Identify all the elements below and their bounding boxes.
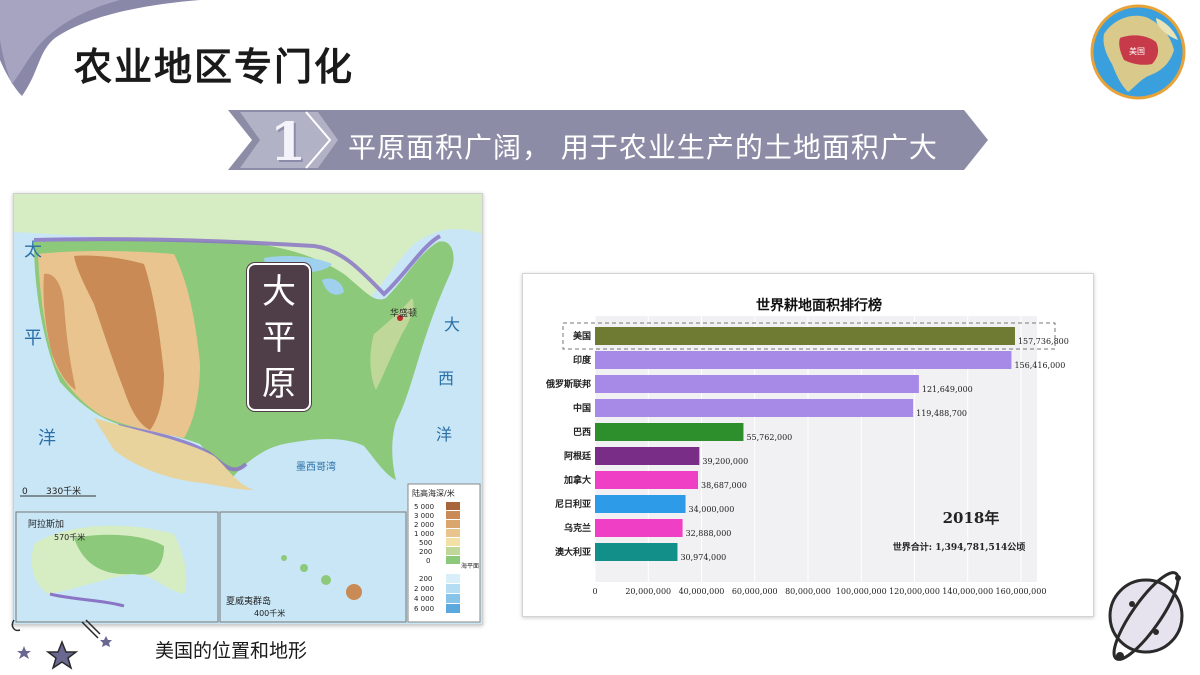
sea-label: 墨西哥湾 bbox=[296, 460, 336, 473]
map-caption: 美国的位置和地形 bbox=[155, 640, 308, 662]
globe-label: 美国 bbox=[1129, 46, 1145, 56]
category-label: 印度 bbox=[573, 354, 592, 366]
category-label: 俄罗斯联邦 bbox=[545, 378, 591, 390]
inset-title-hawaii: 夏威夷群岛 bbox=[226, 595, 271, 607]
value-label: 156,416,000 bbox=[1014, 361, 1065, 370]
legend-label: 6 000 bbox=[414, 605, 434, 613]
legend-label: 200 bbox=[419, 548, 432, 556]
bar bbox=[595, 471, 699, 489]
ocean-label: 洋 bbox=[436, 425, 452, 444]
bar bbox=[595, 447, 700, 465]
bar bbox=[595, 351, 1012, 369]
legend-label: 0 bbox=[426, 557, 430, 565]
scale-bar-label: 330千米 bbox=[46, 485, 81, 497]
legend-label: 3 000 bbox=[414, 512, 434, 520]
ocean-label: 西 bbox=[438, 369, 454, 388]
bar bbox=[595, 327, 1015, 345]
inset-scale-hawaii: 400千米 bbox=[254, 608, 285, 618]
city-label: 华盛顿 bbox=[390, 307, 417, 319]
x-tick-label: 60,000,000 bbox=[732, 587, 778, 596]
ocean-label: 平 bbox=[24, 328, 42, 349]
category-label: 美国 bbox=[573, 330, 591, 342]
inset-title-alaska: 阿拉斯加 bbox=[28, 518, 64, 530]
legend-label: 4 000 bbox=[414, 595, 434, 603]
x-tick-label: 40,000,000 bbox=[679, 587, 725, 596]
category-label: 中国 bbox=[573, 402, 591, 414]
legend-title: 陆高海深/米 bbox=[412, 488, 455, 498]
ocean-label: 洋 bbox=[38, 428, 56, 449]
chart-title: 世界耕地面积排行榜 bbox=[756, 297, 882, 314]
bar bbox=[595, 543, 678, 561]
value-label: 157,736,800 bbox=[1018, 337, 1069, 346]
inset-scale-alaska: 570千米 bbox=[54, 532, 85, 542]
category-label: 乌克兰 bbox=[564, 522, 591, 534]
bar bbox=[595, 399, 914, 417]
stars-decoration bbox=[11, 619, 112, 670]
bar bbox=[595, 495, 686, 513]
slide-title: 农业地区专门化 bbox=[74, 45, 355, 89]
legend-label: 1 000 bbox=[414, 530, 434, 538]
x-tick-label: 80,000,000 bbox=[785, 587, 831, 596]
globe-icon: 美国 bbox=[1090, 4, 1186, 100]
chart-total: 世界合计: 1,394,781,514公顷 bbox=[893, 541, 1025, 553]
value-label: 55,762,000 bbox=[746, 433, 792, 442]
planet-icon bbox=[1108, 571, 1184, 661]
bar bbox=[595, 423, 744, 441]
arable-land-chart: 世界耕地面积排行榜 美国 157,736,800 印度 156,416,000 俄罗斯联… bbox=[522, 273, 1094, 617]
legend-label: 200 bbox=[419, 575, 432, 583]
category-label: 加拿大 bbox=[563, 474, 591, 486]
ocean-label: 大 bbox=[444, 315, 460, 334]
x-tick-label: 120,000,000 bbox=[889, 587, 940, 596]
banner-text: 平原面积广阔， 用于农业生产的土地面积广大 bbox=[348, 131, 938, 164]
category-label: 巴西 bbox=[573, 427, 591, 438]
ocean-label: 太 bbox=[24, 240, 42, 261]
category-label: 澳大利亚 bbox=[555, 546, 591, 558]
legend-label: 2 000 bbox=[414, 585, 434, 593]
x-tick-label: 160,000,000 bbox=[996, 587, 1047, 596]
x-tick-label: 20,000,000 bbox=[625, 587, 671, 596]
value-label: 32,888,000 bbox=[686, 529, 732, 538]
legend-sea-level: 海平面 bbox=[461, 562, 479, 570]
x-tick-label: 100,000,000 bbox=[836, 587, 887, 596]
x-tick-label: 0 bbox=[592, 587, 597, 596]
usa-terrain-map: 太 平 洋 大 西 洋 华盛顿 墨西哥湾 0 330千米 阿拉斯加 570千米 … bbox=[13, 193, 483, 625]
great-plains-label: 大平原 bbox=[247, 263, 311, 411]
legend-label: 5 000 bbox=[414, 503, 434, 511]
bar bbox=[595, 375, 919, 393]
value-label: 38,687,000 bbox=[701, 481, 747, 490]
value-label: 34,000,000 bbox=[689, 505, 735, 514]
value-label: 119,488,700 bbox=[916, 409, 967, 418]
scale-bar: 0 bbox=[22, 487, 28, 497]
bar bbox=[595, 519, 683, 537]
category-label: 尼日利亚 bbox=[555, 498, 591, 510]
legend-label: 2 000 bbox=[414, 521, 434, 529]
banner-number: 1 bbox=[269, 112, 307, 173]
chart-svg: 世界耕地面积排行榜 美国 157,736,800 印度 156,416,000 俄罗斯联… bbox=[545, 297, 1069, 596]
chart-year: 2018年 bbox=[943, 509, 1000, 527]
map-graphic: 太 平 洋 大 西 洋 华盛顿 墨西哥湾 0 330千米 阿拉斯加 570千米 … bbox=[14, 194, 482, 624]
category-label: 阿根廷 bbox=[564, 450, 592, 462]
legend-label: 500 bbox=[419, 539, 432, 547]
value-label: 30,974,000 bbox=[680, 553, 726, 562]
x-tick-label: 140,000,000 bbox=[942, 587, 993, 596]
value-label: 121,649,000 bbox=[922, 385, 973, 394]
value-label: 39,200,000 bbox=[702, 457, 748, 466]
